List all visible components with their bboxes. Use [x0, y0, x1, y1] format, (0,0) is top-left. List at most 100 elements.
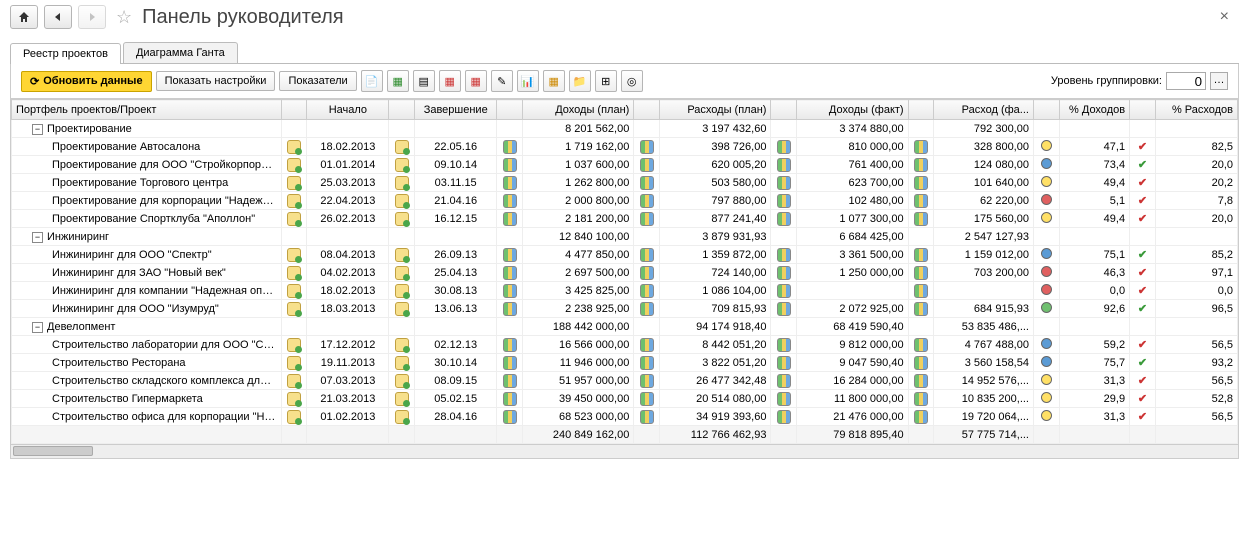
chart-icon [914, 266, 928, 280]
group-level-label: Уровень группировки: [1051, 75, 1162, 87]
project-row[interactable]: Строительство Ресторана19.11.201330.10.1… [12, 354, 1238, 372]
check-icon: ✔ [1138, 195, 1147, 207]
project-row[interactable]: Строительство лаборатории для ООО "Спе..… [12, 336, 1238, 354]
chart-icon [777, 194, 791, 208]
totals-row: 240 849 162,00 112 766 462,93 79 818 895… [12, 426, 1238, 444]
favorite-icon[interactable]: ☆ [116, 7, 132, 28]
chart-icon [777, 410, 791, 424]
chart-icon [640, 194, 654, 208]
tb-icon-3[interactable]: ▤ [413, 70, 435, 92]
calendar-icon [395, 212, 409, 226]
chart-icon [777, 284, 791, 298]
status-dot [1041, 248, 1052, 259]
status-dot [1041, 410, 1052, 421]
chart-icon [640, 410, 654, 424]
check-icon: ✔ [1138, 339, 1147, 351]
status-dot [1041, 158, 1052, 169]
back-button[interactable] [44, 5, 72, 29]
check-icon: ✔ [1138, 159, 1147, 171]
group-level-input[interactable] [1166, 72, 1206, 90]
calendar-icon [395, 176, 409, 190]
project-row[interactable]: Проектирование Автосалона18.02.201322.05… [12, 138, 1238, 156]
project-row[interactable]: Строительство Гипермаркета21.03.201305.0… [12, 390, 1238, 408]
projects-grid[interactable]: Портфель проектов/Проект Начало Завершен… [11, 99, 1238, 444]
calendar-icon [395, 302, 409, 316]
tb-icon-9[interactable]: 📁 [569, 70, 591, 92]
calendar-icon [287, 266, 301, 280]
project-row[interactable]: Инжиниринг для компании "Надежная опо...… [12, 282, 1238, 300]
calendar-icon [395, 248, 409, 262]
chart-icon [503, 158, 517, 172]
forward-button[interactable] [78, 5, 106, 29]
chart-icon [503, 410, 517, 424]
tb-icon-2[interactable]: ▦ [387, 70, 409, 92]
chart-icon [914, 410, 928, 424]
chart-icon [640, 302, 654, 316]
tab-registry[interactable]: Реестр проектов [10, 43, 121, 64]
tb-icon-8[interactable]: ▦ [543, 70, 565, 92]
tb-icon-11[interactable]: ◎ [621, 70, 643, 92]
horizontal-scrollbar[interactable] [11, 444, 1238, 458]
refresh-button[interactable]: ⟳ Обновить данные [21, 71, 152, 92]
check-icon: ✔ [1138, 249, 1147, 261]
status-dot [1041, 212, 1052, 223]
home-button[interactable] [10, 5, 38, 29]
tb-icon-4[interactable]: ▦ [439, 70, 461, 92]
tb-icon-6[interactable]: ✎ [491, 70, 513, 92]
group-row[interactable]: −Проектирование8 201 562,003 197 432,603… [12, 120, 1238, 138]
chart-icon [914, 392, 928, 406]
project-row[interactable]: Инжиниринг для ООО "Изумруд"18.03.201313… [12, 300, 1238, 318]
project-row[interactable]: Проектирование для корпорации "Надежн...… [12, 192, 1238, 210]
project-row[interactable]: Проектирование Торгового центра25.03.201… [12, 174, 1238, 192]
project-row[interactable]: Проектирование Спортклуба "Аполлон"26.02… [12, 210, 1238, 228]
calendar-icon [287, 176, 301, 190]
tb-icon-5[interactable]: ▦ [465, 70, 487, 92]
chart-icon [503, 176, 517, 190]
tab-gantt[interactable]: Диаграмма Ганта [123, 42, 238, 63]
group-level-picker[interactable]: … [1210, 72, 1228, 90]
project-row[interactable]: Инжиниринг для ООО "Спектр"08.04.201326.… [12, 246, 1238, 264]
chart-icon [503, 284, 517, 298]
calendar-icon [395, 338, 409, 352]
check-icon: ✔ [1138, 213, 1147, 225]
chart-icon [640, 266, 654, 280]
calendar-icon [287, 140, 301, 154]
project-row[interactable]: Строительство складского комплекса для .… [12, 372, 1238, 390]
chart-icon [503, 392, 517, 406]
collapse-toggle[interactable]: − [32, 232, 43, 243]
check-icon: ✔ [1138, 357, 1147, 369]
chart-icon [640, 176, 654, 190]
close-button[interactable]: × [1210, 8, 1239, 26]
group-row[interactable]: −Инжиниринг12 840 100,003 879 931,936 68… [12, 228, 1238, 246]
project-row[interactable]: Проектирование для ООО "Стройкорпорац...… [12, 156, 1238, 174]
collapse-toggle[interactable]: − [32, 124, 43, 135]
calendar-icon [287, 212, 301, 226]
tb-icon-7[interactable]: 📊 [517, 70, 539, 92]
calendar-icon [395, 158, 409, 172]
chart-icon [914, 374, 928, 388]
chart-icon [640, 212, 654, 226]
check-icon: ✔ [1138, 393, 1147, 405]
chart-icon [777, 158, 791, 172]
chart-icon [503, 140, 517, 154]
tb-icon-10[interactable]: ⊞ [595, 70, 617, 92]
chart-icon [777, 266, 791, 280]
calendar-icon [287, 374, 301, 388]
tb-icon-1[interactable]: 📄 [361, 70, 383, 92]
project-row[interactable]: Инжиниринг для ЗАО "Новый век"04.02.2013… [12, 264, 1238, 282]
status-dot [1041, 284, 1052, 295]
calendar-icon [395, 410, 409, 424]
chart-icon [914, 248, 928, 262]
show-settings-button[interactable]: Показать настройки [156, 71, 276, 91]
refresh-icon: ⟳ [30, 75, 39, 88]
chart-icon [640, 374, 654, 388]
collapse-toggle[interactable]: − [32, 322, 43, 333]
chart-icon [777, 392, 791, 406]
calendar-icon [395, 374, 409, 388]
project-row[interactable]: Строительство офиса для корпорации "На..… [12, 408, 1238, 426]
chart-icon [503, 356, 517, 370]
group-row[interactable]: −Девелопмент188 442 000,0094 174 918,406… [12, 318, 1238, 336]
indicators-button[interactable]: Показатели [279, 71, 356, 91]
chart-icon [640, 158, 654, 172]
status-dot [1041, 302, 1052, 313]
